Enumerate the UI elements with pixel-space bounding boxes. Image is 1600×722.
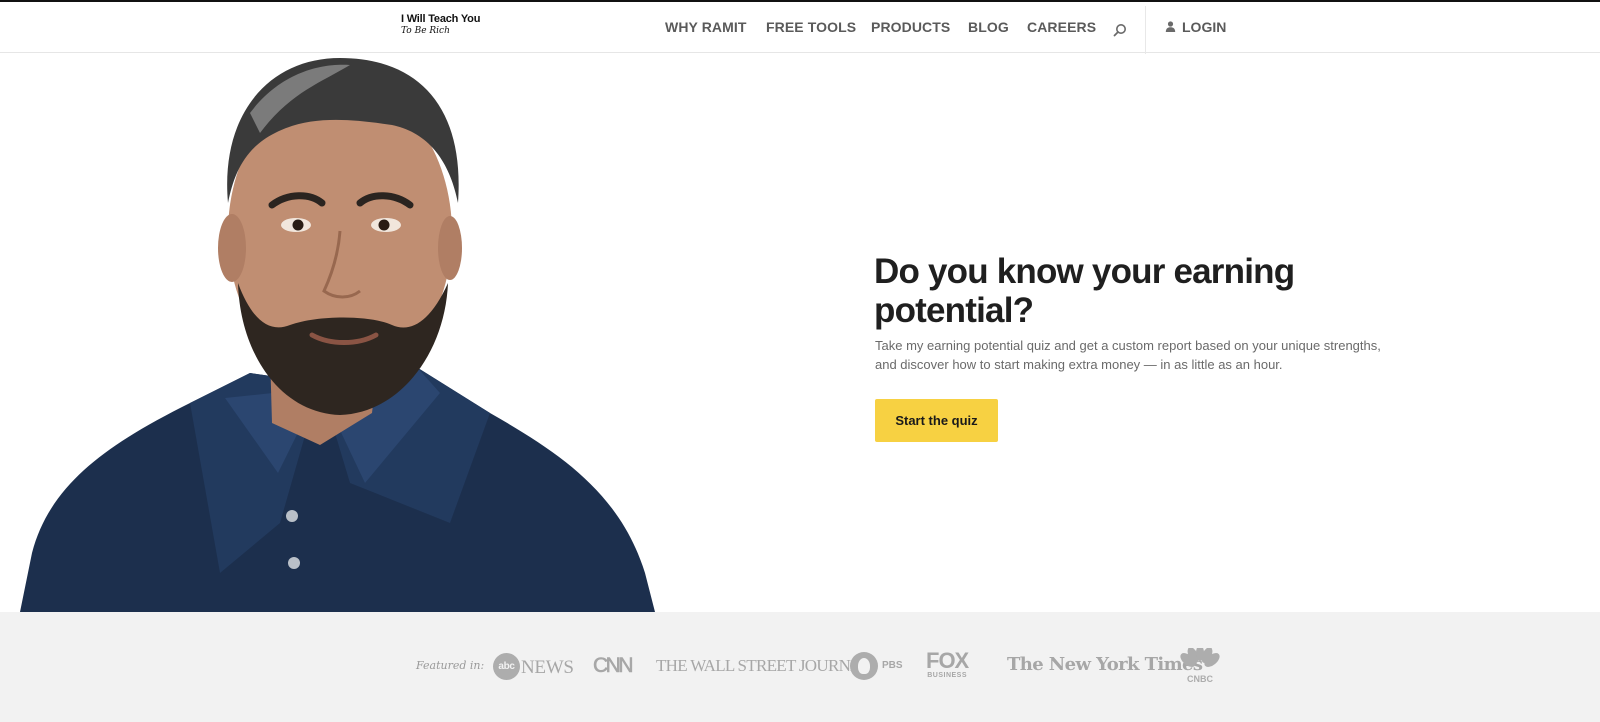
nav-why-ramit[interactable]: WHY RAMIT [665,19,747,35]
pbs-face-icon [858,658,870,674]
fox-business-wordmark: BUSINESS [927,672,968,679]
logo-tagline: To Be Rich [401,26,450,36]
user-icon [1165,21,1176,32]
logo-title: I Will Teach You [401,13,481,25]
search-icon[interactable] [1113,23,1127,37]
nav-careers[interactable]: CAREERS [1027,19,1096,35]
nav-blog[interactable]: BLOG [968,19,1009,35]
featured-in-band: Featured in: abc NEWS CNN THE WALL STREE… [0,612,1600,722]
fox-business-logo: FOX BUSINESS [926,648,969,680]
fox-wordmark: FOX [926,648,969,673]
cnbc-logo: CNBC [1180,648,1220,684]
nyt-logo: The New York Times [1007,654,1203,675]
start-quiz-button[interactable]: Start the quiz [875,399,998,442]
cnn-logo: CNN [593,654,634,678]
pbs-wordmark: PBS [882,660,903,671]
hero-portrait-image [20,58,655,612]
nav-divider [1145,6,1146,54]
abc-news-wordmark: NEWS [521,657,574,678]
abc-logo-mark: abc [493,653,520,680]
login-label: LOGIN [1182,19,1227,35]
hero-subtext: Take my earning potential quiz and get a… [875,338,1381,372]
nav-free-tools[interactable]: FREE TOOLS [766,19,856,35]
hero-headline: Do you know your earning potential? [874,252,1295,330]
nav-products[interactable]: PRODUCTS [871,19,950,35]
wsj-logo: THE WALL STREET JOURNAL. [656,656,876,675]
cnbc-wordmark: CNBC [1187,674,1213,684]
site-logo[interactable]: I Will Teach You To Be Rich [401,13,491,39]
site-header: I Will Teach You To Be Rich WHY RAMIT FR… [0,2,1600,54]
featured-label: Featured in: [416,659,485,672]
